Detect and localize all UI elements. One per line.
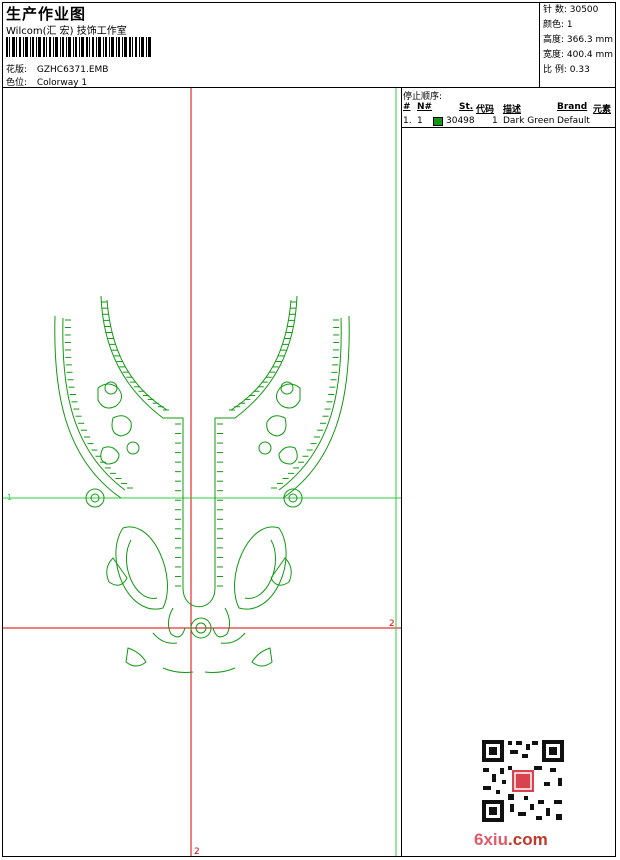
row-brand: Default: [557, 116, 590, 126]
left-inner-curve: [100, 295, 184, 588]
panel-divider: [401, 87, 402, 857]
row-needle: 1: [417, 116, 423, 126]
stop-sequence-header: # N# St. 代码 描述 Brand 元素: [403, 102, 615, 115]
center-bottom-rings: [182, 587, 216, 608]
right-inner-curve: [214, 295, 298, 588]
left-axis-marker: 1: [7, 493, 12, 502]
col-index: #: [403, 102, 411, 112]
stitch-count: 针 数: 30500: [543, 5, 599, 15]
stop-sequence-title: 停止顺序:: [403, 92, 443, 102]
design-file-value: GZHC6371.EMB: [36, 65, 109, 75]
design-scale: 比 例: 0.33: [543, 65, 590, 75]
qr-code-image: [480, 738, 566, 824]
horizontal-guide-marker: 2: [389, 619, 395, 629]
col-stitches: St.: [459, 102, 474, 112]
col-brand: Brand: [557, 102, 588, 112]
page-title: 生产作业图: [6, 5, 87, 23]
col-element: 元素: [593, 105, 612, 115]
row-code: 1: [492, 116, 498, 126]
left-paisley: [115, 526, 168, 610]
col-needle: N#: [417, 102, 433, 112]
row-index: 1.: [403, 116, 412, 126]
thread-color-swatch: [433, 117, 443, 126]
stats-panel: 针 数: 30500 颜色: 1 高度: 366.3 mm 宽度: 400.4 …: [539, 3, 615, 87]
watermark-site-name: 6xiu: [474, 830, 509, 849]
table-row: 1. 1 30498 1 Dark Green Default: [403, 116, 615, 128]
embroidery-design-canvas: 2 2 1: [3, 88, 401, 856]
left-outer-arc: [54, 315, 122, 499]
design-file-label: 花版:: [6, 65, 28, 75]
design-height: 高度: 366.3 mm: [543, 35, 614, 45]
studio-name: Wilcom(汇 宏) 技饰工作室: [6, 26, 127, 37]
design-file-line: 花版: GZHC6371.EMB: [6, 62, 108, 75]
row-stitches: 30498: [446, 116, 475, 126]
vertical-guide-marker: 2: [194, 847, 200, 856]
watermark-site-tld: .com: [508, 830, 548, 849]
color-count: 颜色: 1: [543, 20, 573, 30]
col-code: 代码: [476, 105, 495, 115]
watermark-logo: 6xiu.com: [474, 830, 548, 850]
row-description: Dark Green: [503, 116, 555, 126]
barcode-image: [6, 37, 151, 57]
design-width: 宽度: 400.4 mm: [543, 50, 614, 60]
col-description: 描述: [503, 105, 522, 115]
